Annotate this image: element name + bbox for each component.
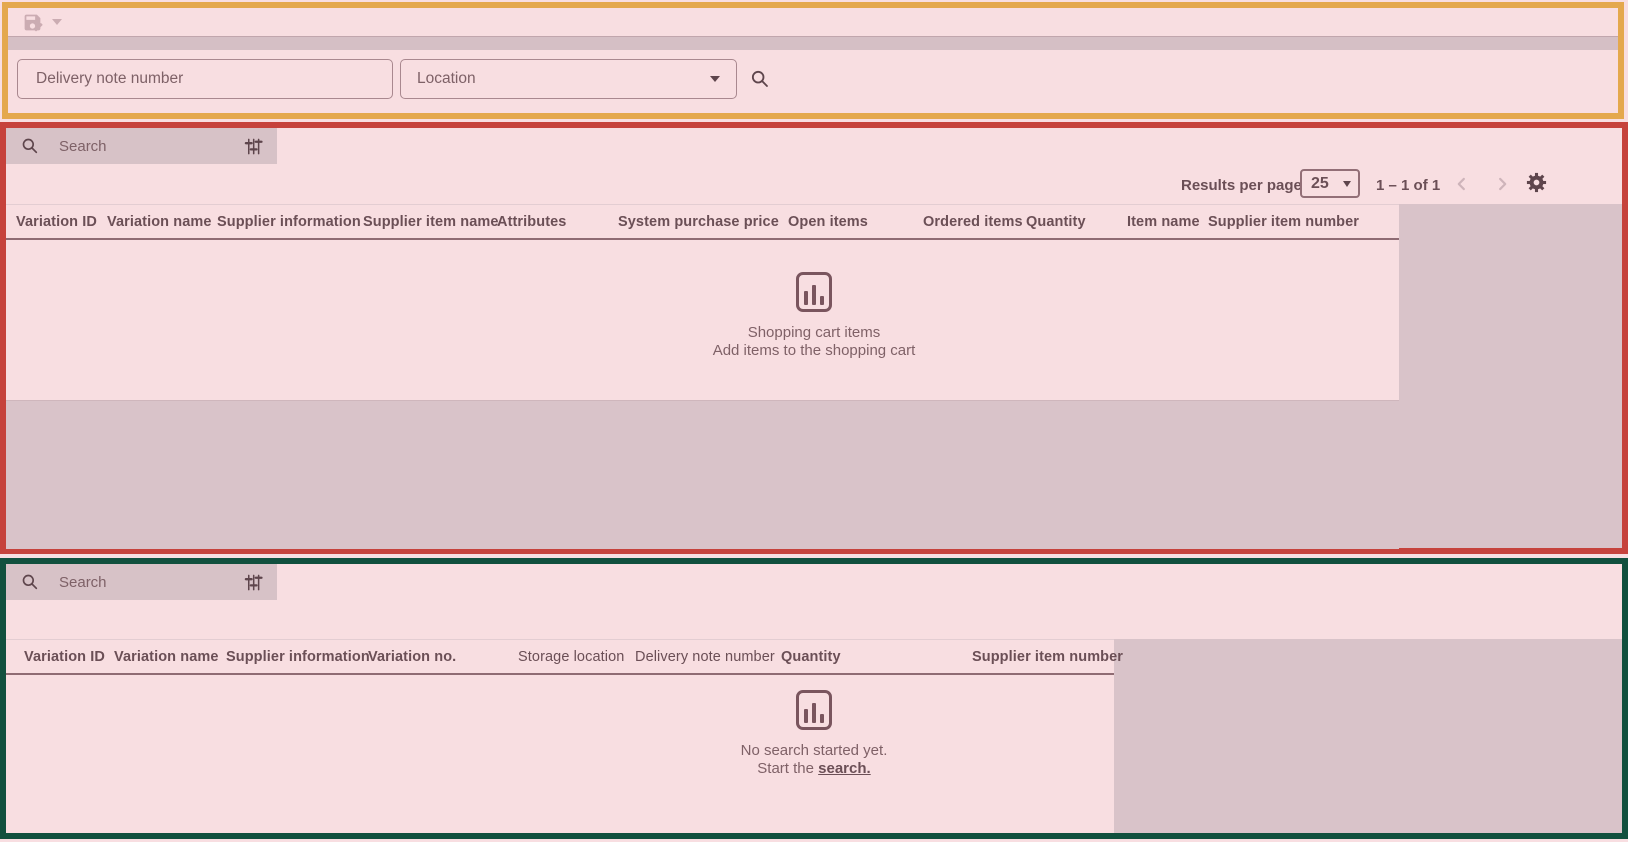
tune-filter-icon[interactable] — [244, 573, 263, 592]
table-settings-button[interactable] — [1524, 170, 1548, 194]
column-header-variation-name: Variation name — [107, 214, 212, 230]
caret-down-icon — [710, 76, 720, 82]
column-header-open-items: Open items — [788, 214, 868, 230]
start-search-link[interactable]: search. — [818, 760, 871, 777]
pagination-range-label: 1 – 1 of 1 — [1376, 177, 1440, 194]
column-header-delivery-note-number: Delivery note number — [635, 649, 775, 665]
results-per-page-value: 25 — [1311, 175, 1329, 193]
search-empty-line1: No search started yet. — [604, 742, 1024, 760]
highlight-frame-cart-panel: Results per page 25 1 – 1 of 1 — [0, 122, 1628, 554]
column-header-supplier-item-number: Supplier item number — [972, 649, 1123, 665]
bar-chart-icon — [796, 272, 832, 312]
gear-icon — [1525, 171, 1548, 194]
column-header-variation-no-: Variation no. — [368, 649, 456, 665]
delivery-note-number-input[interactable] — [34, 69, 376, 89]
column-header-supplier-information: Supplier information — [226, 649, 370, 665]
search-empty-line2: Start the search. — [604, 760, 1024, 778]
column-header-quantity: Quantity — [1026, 214, 1086, 230]
search-submit-button[interactable] — [746, 65, 774, 93]
column-header-attributes: Attributes — [497, 214, 566, 230]
cart-empty-title: Shopping cart items — [604, 324, 1024, 342]
search-table-header-row: Variation ID Variation name Supplier infor… — [6, 639, 1114, 675]
highlight-frame-search-panel: Variation ID Variation name Supplier infor… — [0, 558, 1628, 839]
cart-table-header-row: Variation ID Variation name Supplier infor… — [6, 204, 1399, 240]
column-header-system-purchase-price: System purchase price — [618, 214, 779, 230]
previous-page-button[interactable] — [1450, 172, 1474, 196]
tune-filter-icon[interactable] — [244, 137, 263, 156]
cart-empty-state: Shopping cart items Add items to the sho… — [604, 272, 1024, 360]
results-per-page-label: Results per page — [1181, 177, 1302, 194]
item-search-bar[interactable] — [6, 564, 277, 600]
column-header-variation-name: Variation name — [114, 649, 219, 665]
cart-search-input[interactable] — [57, 137, 244, 156]
caret-down-icon — [52, 19, 62, 25]
column-header-supplier-item-number: Supplier item number — [1208, 214, 1359, 230]
cart-empty-subtitle: Add items to the shopping cart — [604, 342, 1024, 360]
search-empty-state: No search started yet. Start the search. — [604, 690, 1024, 778]
toolbar-divider — [8, 36, 1618, 50]
delivery-note-number-field[interactable] — [17, 59, 393, 99]
item-search-input[interactable] — [57, 573, 244, 592]
caret-down-icon — [1343, 181, 1351, 187]
column-header-supplier-item-name: Supplier item name — [363, 214, 499, 230]
table-bottom-gutter — [6, 400, 1399, 549]
table-right-gutter — [1399, 204, 1622, 548]
search-icon — [20, 572, 40, 592]
column-header-variation-id: Variation ID — [24, 649, 105, 665]
save-button[interactable] — [22, 9, 80, 35]
chevron-right-icon — [1491, 173, 1513, 195]
location-select[interactable]: Location — [400, 59, 737, 99]
highlight-frame-filter-bar: Location — [2, 2, 1624, 119]
next-page-button[interactable] — [1490, 172, 1514, 196]
search-icon — [20, 136, 40, 156]
column-header-item-name: Item name — [1127, 214, 1200, 230]
column-header-storage-location: Storage location — [518, 649, 624, 665]
column-header-variation-id: Variation ID — [16, 214, 97, 230]
location-select-label: Location — [417, 70, 476, 88]
column-header-supplier-information: Supplier information — [217, 214, 361, 230]
search-icon — [749, 68, 771, 90]
chevron-left-icon — [1451, 173, 1473, 195]
bar-chart-icon — [796, 690, 832, 730]
table-right-gutter — [1114, 639, 1622, 833]
column-header-ordered-items: Ordered items — [923, 214, 1023, 230]
results-per-page-select[interactable]: 25 — [1300, 169, 1360, 198]
save-edit-icon — [22, 12, 43, 33]
cart-search-bar[interactable] — [6, 128, 277, 164]
search-empty-line2-prefix: Start the — [757, 760, 818, 777]
column-header-quantity: Quantity — [781, 649, 841, 665]
